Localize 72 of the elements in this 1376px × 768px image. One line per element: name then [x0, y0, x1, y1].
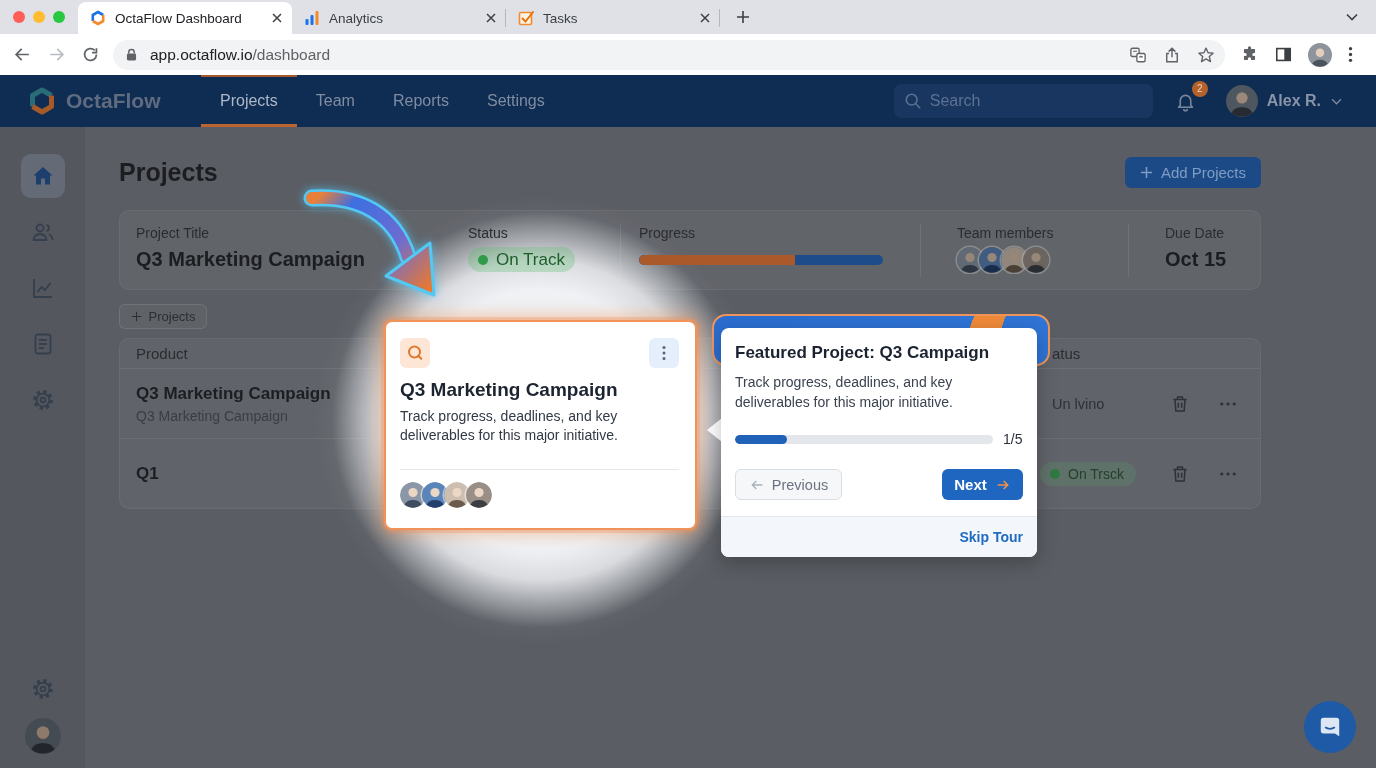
plus-icon	[130, 311, 142, 322]
address-bar[interactable]: app.octaflow.io/dashboard	[113, 39, 1225, 70]
close-icon[interactable]	[486, 13, 496, 23]
star-icon[interactable]	[1197, 45, 1215, 64]
step-counter: 1/5	[1003, 431, 1023, 447]
status-dot-icon	[1050, 468, 1060, 479]
search-field[interactable]: Search	[893, 84, 1153, 118]
avatar-icon	[466, 482, 492, 508]
status-dot-icon	[478, 254, 488, 265]
project-name: Q1	[136, 463, 159, 484]
field-label: Status	[468, 224, 508, 242]
more-options-icon[interactable]	[1348, 46, 1353, 63]
avatar-icon[interactable]	[24, 718, 61, 754]
field-label: Team members	[957, 224, 1054, 242]
avatar-icon	[400, 482, 426, 508]
trash-icon[interactable]	[1170, 393, 1190, 414]
profile-avatar-icon[interactable]	[1308, 42, 1332, 67]
user-name[interactable]: Alex R.	[1266, 92, 1321, 110]
close-icon[interactable]	[700, 13, 710, 23]
plus-icon[interactable]	[736, 10, 750, 24]
reload-icon[interactable]	[81, 45, 100, 64]
lock-icon	[126, 48, 137, 61]
avatar-icon	[957, 246, 983, 273]
kebab-menu-icon[interactable]	[649, 338, 679, 368]
card-title: Q3 Marketing Campaign	[400, 378, 619, 402]
status-label: On Track	[496, 249, 565, 270]
field-label: Progress	[639, 224, 696, 242]
add-projects-button[interactable]: Add Projects	[1125, 157, 1261, 188]
field-value: Oct 15	[1165, 248, 1227, 271]
hexagon-logo-icon	[90, 10, 106, 26]
field-value: Q3 Marketing Campaign	[136, 248, 365, 271]
share-icon[interactable]	[1163, 45, 1181, 64]
bar-chart-icon	[304, 10, 320, 26]
page-title: Projects	[119, 158, 218, 187]
checkbox-icon	[518, 10, 534, 26]
field-label: Due Date	[1165, 224, 1225, 242]
notification-count: 2	[1191, 80, 1208, 97]
next-button[interactable]: Next	[942, 469, 1023, 500]
browser-tab[interactable]: OctaFlow Dashboard	[78, 2, 292, 34]
skip-tour-link[interactable]: Skip Tour	[959, 529, 1023, 545]
nav-tab[interactable]: Reports	[373, 75, 468, 127]
tour-title: Featured Project: Q3 Campaign	[735, 342, 991, 364]
settings-icon	[30, 388, 55, 412]
trash-icon[interactable]	[1170, 463, 1190, 484]
card-description: Track progress, deadlines, and key deliverables for this major initiative.	[400, 407, 619, 445]
app-name: OctaFlow	[66, 89, 161, 113]
avatar-icon	[1001, 246, 1027, 273]
translate-icon[interactable]	[1129, 45, 1147, 64]
chevron-down-icon[interactable]	[1331, 97, 1342, 105]
column-header: atus	[1052, 345, 1081, 362]
home-icon	[30, 164, 55, 188]
hexagon-logo-icon	[28, 87, 56, 115]
column-header: Product	[136, 345, 188, 362]
avatar-icon	[422, 482, 448, 508]
status-label: On Trsck	[1068, 465, 1124, 482]
avatar-icon	[1023, 246, 1049, 273]
side-panel-icon[interactable]	[1274, 45, 1293, 64]
nav-tab[interactable]: Settings	[467, 75, 564, 127]
nav-tab[interactable]: Team	[296, 75, 374, 127]
search-icon	[903, 92, 922, 110]
avatar-icon	[979, 246, 1005, 273]
tour-description: Track progress, deadlines, and key deliverables for this major initiative.	[735, 373, 954, 412]
search-tile-icon	[400, 338, 430, 368]
chevron-down-icon[interactable]	[1346, 13, 1358, 21]
project-name: Q3 Marketing Campaign	[136, 383, 331, 404]
window-close-icon[interactable]	[13, 11, 25, 23]
line-chart-icon	[30, 276, 55, 300]
plus-icon	[1139, 166, 1153, 179]
close-icon[interactable]	[272, 13, 282, 23]
field-label: Project Title	[136, 224, 210, 242]
avatar-icon[interactable]	[1225, 85, 1258, 117]
avatar-icon	[444, 482, 470, 508]
